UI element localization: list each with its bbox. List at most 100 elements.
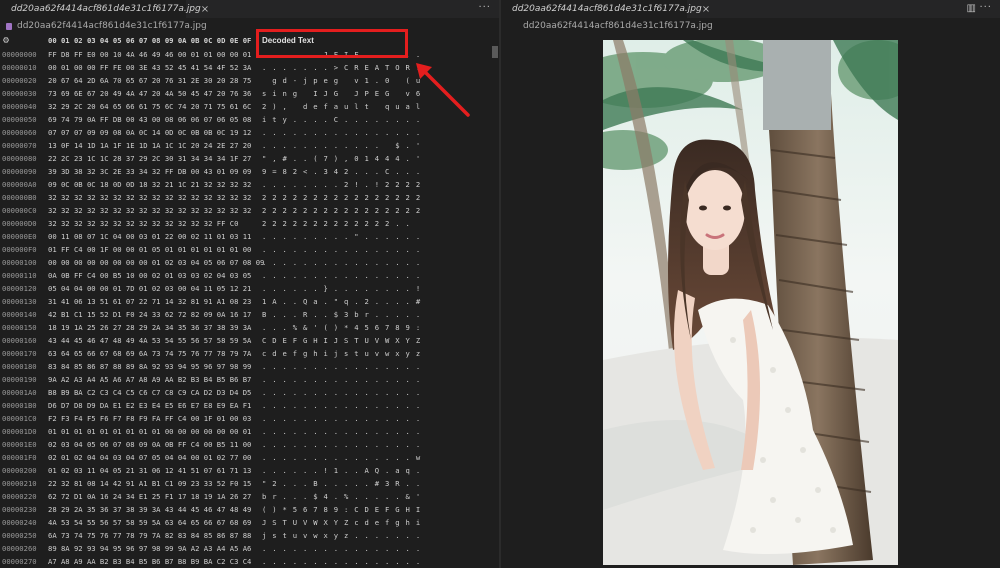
row-hex-bytes[interactable]: 02 03 04 05 06 07 08 09 0A 0B FF C4 00 B… [48, 438, 251, 451]
row-offset: 00000240 [2, 518, 37, 527]
row-hex-bytes[interactable]: 22 2C 23 1C 1C 28 37 29 2C 30 31 34 34 3… [48, 152, 251, 165]
row-hex-bytes[interactable]: 32 32 32 32 32 32 32 32 32 32 32 32 32 F… [48, 217, 238, 230]
row-decoded-text[interactable]: . . . . . . . . . . . . . . . . [262, 126, 421, 139]
row-hex-bytes[interactable]: 02 01 02 04 04 03 04 07 05 04 04 00 01 0… [48, 451, 251, 464]
row-hex-bytes[interactable]: 01 FF C4 00 1F 00 00 01 05 01 01 01 01 0… [48, 243, 251, 256]
row-decoded-text[interactable]: " 2 . . . B . . . . . # 3 R . . [262, 477, 421, 490]
row-hex-bytes[interactable]: F2 F3 F4 F5 F6 F7 F8 F9 FA FF C4 00 1F 0… [48, 412, 251, 425]
row-decoded-text[interactable]: . . . . . . . . . . . . $ . ' [262, 139, 421, 152]
hex-row: 00000250 6A 73 74 75 76 77 78 79 7A 82 83… [0, 529, 499, 542]
row-decoded-text[interactable]: j s t u v w x y z . . . . . . . [262, 529, 421, 542]
row-decoded-text[interactable]: . . . . . . . . . . . . . . . . [262, 542, 421, 555]
hex-row: 00000210 22 32 81 08 14 42 91 A1 B1 C1 09… [0, 477, 499, 490]
breadcrumb-label[interactable]: dd20aa62f4414acf861d4e31c1f6177a.jpg [507, 21, 713, 31]
row-hex-bytes[interactable]: B8 B9 BA C2 C3 C4 C5 C6 C7 C8 C9 CA D2 D… [48, 386, 251, 399]
row-hex-bytes[interactable]: 20 67 64 2D 6A 70 65 67 20 76 31 2E 30 2… [48, 74, 251, 87]
row-decoded-text[interactable]: . . . . . . . . . . . . . . . . [262, 555, 421, 568]
more-icon[interactable]: ··· [478, 2, 491, 13]
row-decoded-text[interactable]: . . . . . . } . . . . . . . . ! [262, 282, 421, 295]
row-decoded-text[interactable]: b r . . . $ 4 . % . . . . . & ' [262, 490, 421, 503]
preview-file-tab[interactable]: dd20aa62f4414acf861d4e31c1f6177a.jpg × [501, 0, 710, 18]
row-decoded-text[interactable]: g d - j p e g v 1 . 0 ( u [262, 74, 421, 87]
close-icon[interactable]: × [201, 4, 209, 15]
row-decoded-text[interactable]: 2 ) , d e f a u l t q u a l [262, 100, 421, 113]
row-decoded-text[interactable]: c d e f g h i j s t u v w x y z [262, 347, 421, 360]
row-decoded-text[interactable]: ( ) * 5 6 7 8 9 : C D E F G H I [262, 503, 421, 516]
row-decoded-text[interactable]: B . . . R . . $ 3 b r . . . . . [262, 308, 421, 321]
row-hex-bytes[interactable]: 32 32 32 32 32 32 32 32 32 32 32 32 32 3… [48, 191, 251, 204]
row-hex-bytes[interactable]: 0A 0B FF C4 00 B5 10 00 02 01 03 03 02 0… [48, 269, 251, 282]
row-decoded-text[interactable]: 2 2 2 2 2 2 2 2 2 2 2 2 2 . . [262, 217, 411, 230]
row-hex-bytes[interactable]: 22 32 81 08 14 42 91 A1 B1 C1 09 23 33 5… [48, 477, 251, 490]
hex-row: 00000080 22 2C 23 1C 1C 28 37 29 2C 30 31… [0, 152, 499, 165]
row-decoded-text[interactable]: . . . . . . . . . . . . . . . w [262, 451, 421, 464]
row-hex-bytes[interactable]: 9A A2 A3 A4 A5 A6 A7 A8 A9 AA B2 B3 B4 B… [48, 373, 251, 386]
row-decoded-text[interactable]: . . . . . . . . 2 ! . ! 2 2 2 2 [262, 178, 421, 191]
row-hex-bytes[interactable]: 6A 73 74 75 76 77 78 79 7A 82 83 84 85 8… [48, 529, 251, 542]
row-hex-bytes[interactable]: 13 0F 14 1D 1A 1F 1E 1D 1A 1C 1C 20 24 2… [48, 139, 251, 152]
row-hex-bytes[interactable]: 00 01 00 00 FF FE 00 3E 43 52 45 41 54 4… [48, 61, 251, 74]
row-decoded-text[interactable]: J S T U V W X Y Z c d e f g h i [262, 516, 421, 529]
row-decoded-text[interactable]: s i n g I J G J P E G v 6 [262, 87, 421, 100]
hex-row: 000000E0 00 11 08 07 1C 04 00 03 01 22 00… [0, 230, 499, 243]
row-hex-bytes[interactable]: 83 84 85 86 87 88 89 8A 92 93 94 95 96 9… [48, 360, 251, 373]
image-file-icon [6, 22, 12, 30]
more-icon[interactable]: ··· [979, 2, 992, 13]
split-editor-icon[interactable]: ▥ [967, 3, 976, 14]
row-hex-bytes[interactable]: A7 A8 A9 AA B2 B3 B4 B5 B6 B7 B8 B9 BA C… [48, 555, 251, 568]
row-decoded-text[interactable]: . . . . . . . > C R E A T O R : [262, 61, 421, 74]
row-decoded-text[interactable]: " , # . . ( 7 ) , 0 1 4 4 4 . ' [262, 152, 421, 165]
row-decoded-text[interactable]: i t y . . . . C . . . . . . . . [262, 113, 421, 126]
row-hex-bytes[interactable]: 00 11 08 07 1C 04 00 03 01 22 00 02 11 0… [48, 230, 251, 243]
row-hex-bytes[interactable]: 32 32 32 32 32 32 32 32 32 32 32 32 32 3… [48, 204, 251, 217]
close-icon[interactable]: × [702, 4, 710, 15]
row-hex-bytes[interactable]: 89 8A 92 93 94 95 96 97 98 99 9A A2 A3 A… [48, 542, 251, 555]
row-hex-bytes[interactable]: 07 07 07 09 09 08 0A 0C 14 0D 0C 0B 0B 0… [48, 126, 251, 139]
row-hex-bytes[interactable]: 01 01 01 01 01 01 01 01 01 00 00 00 00 0… [48, 425, 251, 438]
row-hex-bytes[interactable]: D6 D7 D8 D9 DA E1 E2 E3 E4 E5 E6 E7 E8 E… [48, 399, 251, 412]
row-hex-bytes[interactable]: FF D8 FF E0 00 10 4A 46 49 46 00 01 01 0… [48, 48, 251, 61]
row-decoded-text[interactable]: C D E F G H I J S T U V W X Y Z [262, 334, 421, 347]
row-decoded-text[interactable]: . . . . . . . . . . . . . . . . [262, 438, 421, 451]
row-decoded-text[interactable]: 1 A . . Q a . " q . 2 . . . . # [262, 295, 421, 308]
photo-illustration [603, 40, 898, 565]
row-hex-bytes[interactable]: 4A 53 54 55 56 57 58 59 5A 63 64 65 66 6… [48, 516, 251, 529]
row-offset: 00000220 [2, 492, 37, 501]
hex-row: 00000180 83 84 85 86 87 88 89 8A 92 93 94… [0, 360, 499, 373]
row-hex-bytes[interactable]: 32 29 2C 20 64 65 66 61 75 6C 74 20 71 7… [48, 100, 251, 113]
hex-row: 00000110 0A 0B FF C4 00 B5 10 00 02 01 03… [0, 269, 499, 282]
row-decoded-text[interactable]: . . . . . . . . . . . . . . . . [262, 412, 421, 425]
row-hex-bytes[interactable]: 63 64 65 66 67 68 69 6A 73 74 75 76 77 7… [48, 347, 251, 360]
row-hex-bytes[interactable]: 18 19 1A 25 26 27 28 29 2A 34 35 36 37 3… [48, 321, 251, 334]
scrollbar-thumb[interactable] [492, 46, 498, 58]
row-hex-bytes[interactable]: 73 69 6E 67 20 49 4A 47 20 4A 50 45 47 2… [48, 87, 251, 100]
row-decoded-text[interactable]: . . . . . . . . . . . . . . . . [262, 386, 421, 399]
row-decoded-text[interactable]: . . . . . . . . . . . . . . . . [262, 243, 421, 256]
row-decoded-text[interactable]: . . . . . . ! 1 . . A Q . a q . [262, 464, 421, 477]
row-decoded-text[interactable]: . . . % & ' ( ) * 4 5 6 7 8 9 : [262, 321, 421, 334]
row-decoded-text[interactable]: 9 = 8 2 < . 3 4 2 . . . C . . . [262, 165, 421, 178]
row-decoded-text[interactable]: . . . . . . . . . " . . . . . . [262, 230, 421, 243]
row-decoded-text[interactable]: . . . . . . . . . . . . . . . . [262, 256, 421, 269]
row-hex-bytes[interactable]: 62 72 D1 0A 16 24 34 E1 25 F1 17 18 19 1… [48, 490, 251, 503]
row-decoded-text[interactable]: . . . . . . . . . . . . . . . . [262, 373, 421, 386]
row-hex-bytes[interactable]: 69 74 79 0A FF DB 00 43 00 08 06 06 07 0… [48, 113, 251, 126]
row-hex-bytes[interactable]: 05 04 04 00 00 01 7D 01 02 03 00 04 11 0… [48, 282, 251, 295]
row-hex-bytes[interactable]: 39 3D 38 32 3C 2E 33 34 32 FF DB 00 43 0… [48, 165, 251, 178]
row-hex-bytes[interactable]: 31 41 06 13 51 61 07 22 71 14 32 81 91 A… [48, 295, 251, 308]
row-hex-bytes[interactable]: 43 44 45 46 47 48 49 4A 53 54 55 56 57 5… [48, 334, 251, 347]
breadcrumb-label[interactable]: dd20aa62f4414acf861d4e31c1f6177a.jpg [17, 21, 207, 31]
row-hex-bytes[interactable]: 09 0C 0B 0C 18 0D 0D 18 32 21 1C 21 32 3… [48, 178, 251, 191]
row-decoded-text[interactable]: 2 2 2 2 2 2 2 2 2 2 2 2 2 2 2 2 [262, 191, 421, 204]
row-hex-bytes[interactable]: 00 00 00 00 00 00 00 00 01 02 03 04 05 0… [48, 256, 264, 269]
row-decoded-text[interactable]: . . . . . . . . . . . . . . . . [262, 425, 421, 438]
row-hex-bytes[interactable]: 42 B1 C1 15 52 D1 F0 24 33 62 72 82 09 0… [48, 308, 251, 321]
row-decoded-text[interactable]: . . . . . . . . . . . . . . . . [262, 399, 421, 412]
row-decoded-text[interactable]: . . . . . . . . . . . . . . . . [262, 360, 421, 373]
hex-file-tab[interactable]: dd20aa62f4414acf861d4e31c1f6177a.jpg × [0, 0, 209, 18]
row-hex-bytes[interactable]: 01 02 03 11 04 05 21 31 06 12 41 51 07 6… [48, 464, 251, 477]
row-hex-bytes[interactable]: 28 29 2A 35 36 37 38 39 3A 43 44 45 46 4… [48, 503, 251, 516]
row-decoded-text[interactable]: . . . . . . . . . . . . . . . . [262, 269, 421, 282]
gear-icon[interactable]: ⚙ [3, 35, 9, 46]
row-decoded-text[interactable]: 2 2 2 2 2 2 2 2 2 2 2 2 2 2 2 2 [262, 204, 421, 217]
